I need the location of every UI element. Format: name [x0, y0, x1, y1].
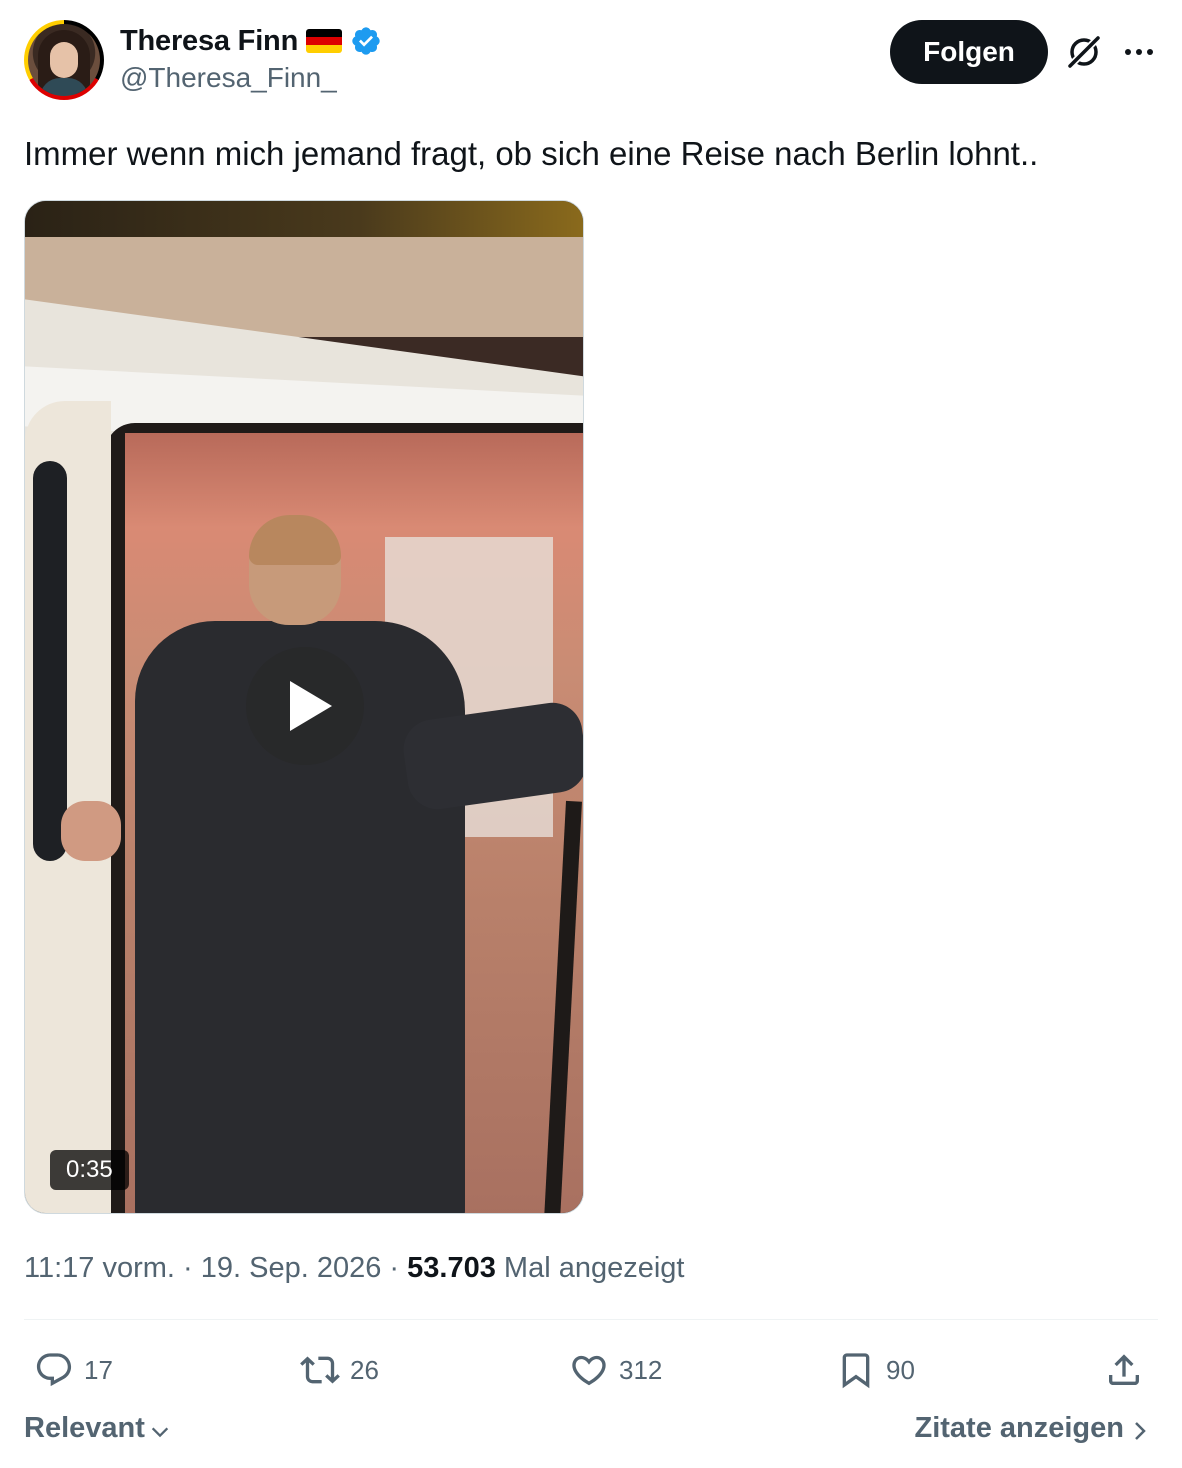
more-icon[interactable]: [1120, 38, 1158, 66]
divider: [24, 1319, 1158, 1320]
video-player[interactable]: 0:35: [24, 200, 584, 1214]
bookmark-button[interactable]: 90: [836, 1340, 915, 1400]
chevron-down-icon: [151, 1427, 169, 1437]
follow-button[interactable]: Folgen: [890, 20, 1048, 84]
bookmark-icon: [842, 1353, 870, 1389]
quotes-label: Zitate anzeigen: [914, 1412, 1125, 1444]
views-label: Mal angezeigt: [495, 1252, 685, 1284]
tweet-meta: 11:17 vorm. · 19. Sep. 2026 · 53.703 Mal…: [24, 1249, 684, 1287]
avatar[interactable]: [24, 20, 104, 100]
retweet-icon: [300, 1356, 340, 1384]
reply-count: 17: [84, 1354, 113, 1385]
avatar-image: [28, 24, 100, 96]
meta-separator: ·: [174, 1252, 201, 1284]
tweet-text: Immer wenn mich jemand fragt, ob sich ei…: [24, 135, 1039, 172]
retweet-button[interactable]: 26: [300, 1340, 379, 1400]
sort-label: Relevant: [24, 1412, 145, 1444]
retweet-count: 26: [350, 1354, 379, 1385]
meta-separator: ·: [381, 1252, 408, 1284]
reply-icon: [36, 1353, 72, 1387]
like-count: 312: [619, 1354, 663, 1385]
sort-dropdown[interactable]: Relevant: [24, 1412, 171, 1445]
chevron-right-icon: [1135, 1421, 1146, 1440]
tweet-time[interactable]: 11:17 vorm.: [24, 1252, 175, 1284]
view-quotes-link[interactable]: Zitate anzeigen: [915, 1412, 1151, 1445]
handle[interactable]: @Theresa_Finn_: [120, 62, 382, 94]
germany-flag-icon: [306, 29, 343, 53]
play-button[interactable]: [246, 647, 364, 765]
grok-icon[interactable]: [1064, 32, 1104, 72]
bookmark-count: 90: [886, 1354, 915, 1385]
like-button[interactable]: 312: [569, 1340, 662, 1400]
views-count: 53.703: [407, 1252, 496, 1284]
reply-button[interactable]: 17: [34, 1340, 113, 1400]
display-name[interactable]: Theresa Finn: [120, 25, 298, 58]
play-icon: [290, 681, 332, 731]
verified-badge-icon[interactable]: [350, 25, 382, 57]
share-icon: [1109, 1354, 1139, 1385]
tweet-header: Theresa Finn @Theresa_Finn_ Folgen: [24, 20, 1158, 102]
video-duration: 0:35: [50, 1150, 129, 1190]
heart-icon: [572, 1355, 606, 1386]
author-block: Theresa Finn @Theresa_Finn_: [120, 22, 382, 94]
share-button[interactable]: [1104, 1340, 1144, 1400]
tweet-date[interactable]: 19. Sep. 2026: [201, 1252, 382, 1284]
action-bar: 17 26 312 90: [24, 1340, 1158, 1400]
